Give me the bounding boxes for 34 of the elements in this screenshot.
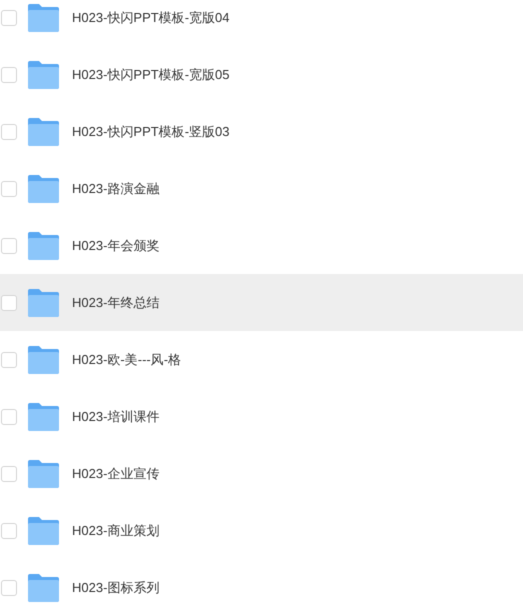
- checkbox[interactable]: [1, 294, 17, 310]
- checkbox[interactable]: [1, 66, 17, 82]
- folder-icon: [27, 516, 60, 546]
- folder-icon: [27, 458, 60, 488]
- folder-icon: [27, 344, 60, 374]
- folder-name[interactable]: H023-欧-美---风-格: [72, 350, 182, 370]
- folder-icon: [27, 402, 60, 432]
- checkbox[interactable]: [1, 10, 17, 26]
- folder-name[interactable]: H023-快闪PPT模板-竖版03: [72, 122, 230, 142]
- folder-name[interactable]: H023-培训课件: [72, 406, 160, 426]
- folder-name[interactable]: H023-路演金融: [72, 178, 160, 198]
- checkbox[interactable]: [1, 580, 17, 596]
- folder-name[interactable]: H023-年会颁奖: [72, 236, 160, 256]
- folder-name[interactable]: H023-商业策划: [72, 520, 160, 540]
- folder-name[interactable]: H023-年终总结: [72, 292, 160, 312]
- folder-name[interactable]: H023-快闪PPT模板-宽版05: [72, 64, 230, 84]
- folder-icon: [27, 60, 60, 90]
- checkbox[interactable]: [1, 352, 17, 368]
- folder-icon: [27, 288, 60, 318]
- folder-icon: [27, 174, 60, 204]
- folder-icon: [27, 116, 60, 146]
- folder-name[interactable]: H023-企业宣传: [72, 464, 160, 484]
- checkbox[interactable]: [1, 466, 17, 482]
- folder-name[interactable]: H023-快闪PPT模板-宽版04: [72, 8, 230, 28]
- checkbox[interactable]: [1, 408, 17, 424]
- folder-icon: [27, 572, 60, 602]
- checkbox[interactable]: [1, 180, 17, 196]
- folder-icon: [27, 230, 60, 260]
- folder-row[interactable]: H023-年终总结: [0, 274, 523, 331]
- folder-name[interactable]: H023-图标系列: [72, 578, 160, 598]
- checkbox[interactable]: [1, 238, 17, 254]
- folder-icon: [27, 2, 60, 32]
- checkbox[interactable]: [1, 522, 17, 538]
- checkbox[interactable]: [1, 124, 17, 140]
